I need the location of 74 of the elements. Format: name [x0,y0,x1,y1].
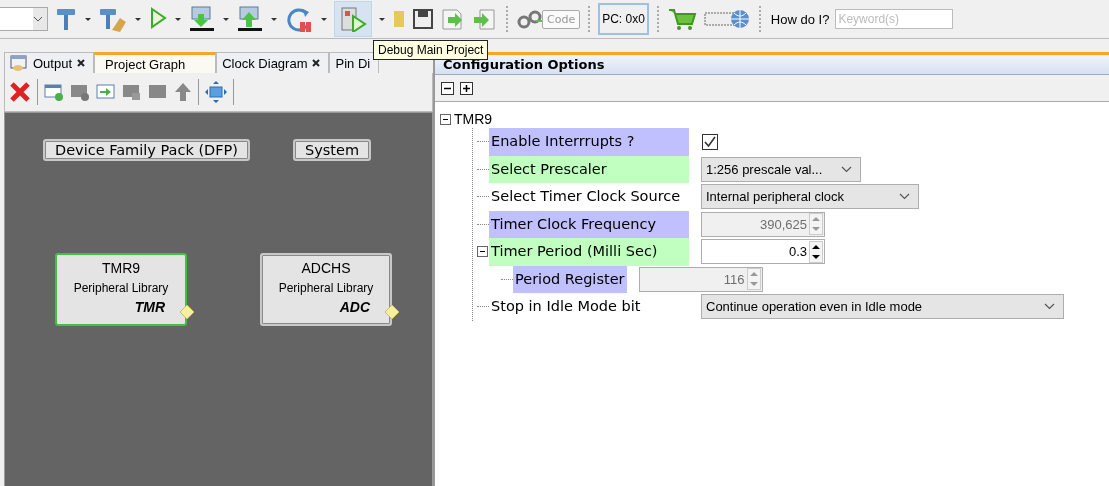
fit-view-icon[interactable] [205,81,227,103]
save-icon[interactable] [412,8,434,30]
property-label: Period Register [513,265,627,293]
caret-icon [33,16,43,22]
checkbox[interactable] [702,133,718,150]
upload-icon[interactable] [236,6,264,32]
property-label: Timer Clock Frequency [489,210,689,238]
add-component-icon[interactable] [44,83,64,101]
hammer-broom-icon[interactable] [98,6,128,32]
caret-icon[interactable] [84,16,92,22]
dropdown[interactable]: Internal peripheral clock [701,184,919,210]
import-component-icon[interactable] [96,83,116,101]
run-icon[interactable] [148,6,168,32]
property-label: Stop in Idle Mode bit [490,297,642,316]
caret-icon[interactable] [174,16,182,22]
pc-display: PC: 0x0 [598,3,649,35]
hammer-icon[interactable] [54,6,78,32]
console-icon [10,55,28,71]
component-node[interactable]: TMR9 Peripheral Library TMR [55,253,187,326]
up-arrow-icon[interactable] [174,82,192,102]
property-label: Enable Interrrupts ? [489,128,689,156]
caret-icon[interactable] [378,16,386,22]
search-field[interactable]: Keyword(s) [835,9,954,29]
expand-all-icon[interactable] [460,81,473,95]
collapse-icon[interactable] [477,246,488,258]
delete-icon[interactable] [9,81,31,103]
component-node[interactable]: ADCHS Peripheral Library ADC [260,253,392,326]
debug-button[interactable] [334,1,372,37]
node-tag: ADC [339,299,370,315]
node-title: TMR9 [101,260,141,276]
caret-icon [899,193,910,201]
refresh-icon[interactable] [284,6,314,32]
help-label: How do I? [770,11,830,27]
dropdown[interactable]: Continue operation even in Idle mode [701,294,1064,320]
tab[interactable]: Clock Diagram [216,52,330,73]
collapse-icon[interactable] [440,113,451,125]
tab[interactable]: Output [4,52,95,73]
number-field: 116 [638,266,763,292]
number-field: 390,625 [701,211,825,237]
tree-node-label: TMR9 [454,111,493,127]
property-label: Select Timer Clock Source [490,187,682,206]
spinner-arrows-icon [746,268,761,291]
caret-icon[interactable] [320,16,328,22]
close-icon[interactable] [77,59,86,67]
caret-icon[interactable] [134,16,142,22]
node-subtitle: Peripheral Library [278,281,374,295]
node-subtitle: Peripheral Library [73,281,169,295]
caret-icon[interactable] [222,16,230,22]
close-icon[interactable] [312,59,321,67]
component-icon[interactable] [148,83,168,101]
component-icon[interactable] [70,83,90,101]
node-tag: TMR [134,299,165,315]
spinner-arrows-icon [809,213,823,236]
collapse-all-icon[interactable] [441,81,454,95]
group-button[interactable]: System [293,139,372,161]
caret-icon [1044,303,1055,311]
port-icon[interactable] [385,305,399,319]
cart-icon[interactable] [666,6,697,32]
tab[interactable]: Project Graph [94,52,217,73]
debug-icon [339,6,367,32]
group-button[interactable]: Device Family Pack (DFP) [43,139,250,161]
port-icon[interactable] [180,305,194,319]
number-field[interactable]: 0.3 [701,239,825,265]
spinner-arrows-icon[interactable] [809,240,823,263]
property-label: Timer Period (Milli Sec) [489,238,689,266]
download-icon[interactable] [188,6,216,32]
caret-icon [841,165,852,173]
component-icon[interactable] [122,83,142,101]
chip-globe-icon[interactable] [702,8,751,30]
node-title: ADCHS [301,260,351,276]
property-label: Select Prescaler [489,155,689,183]
dropdown[interactable]: 1:256 prescale val... [701,156,861,182]
caret-icon[interactable] [270,16,278,22]
tab[interactable]: Pin Di [329,52,380,73]
